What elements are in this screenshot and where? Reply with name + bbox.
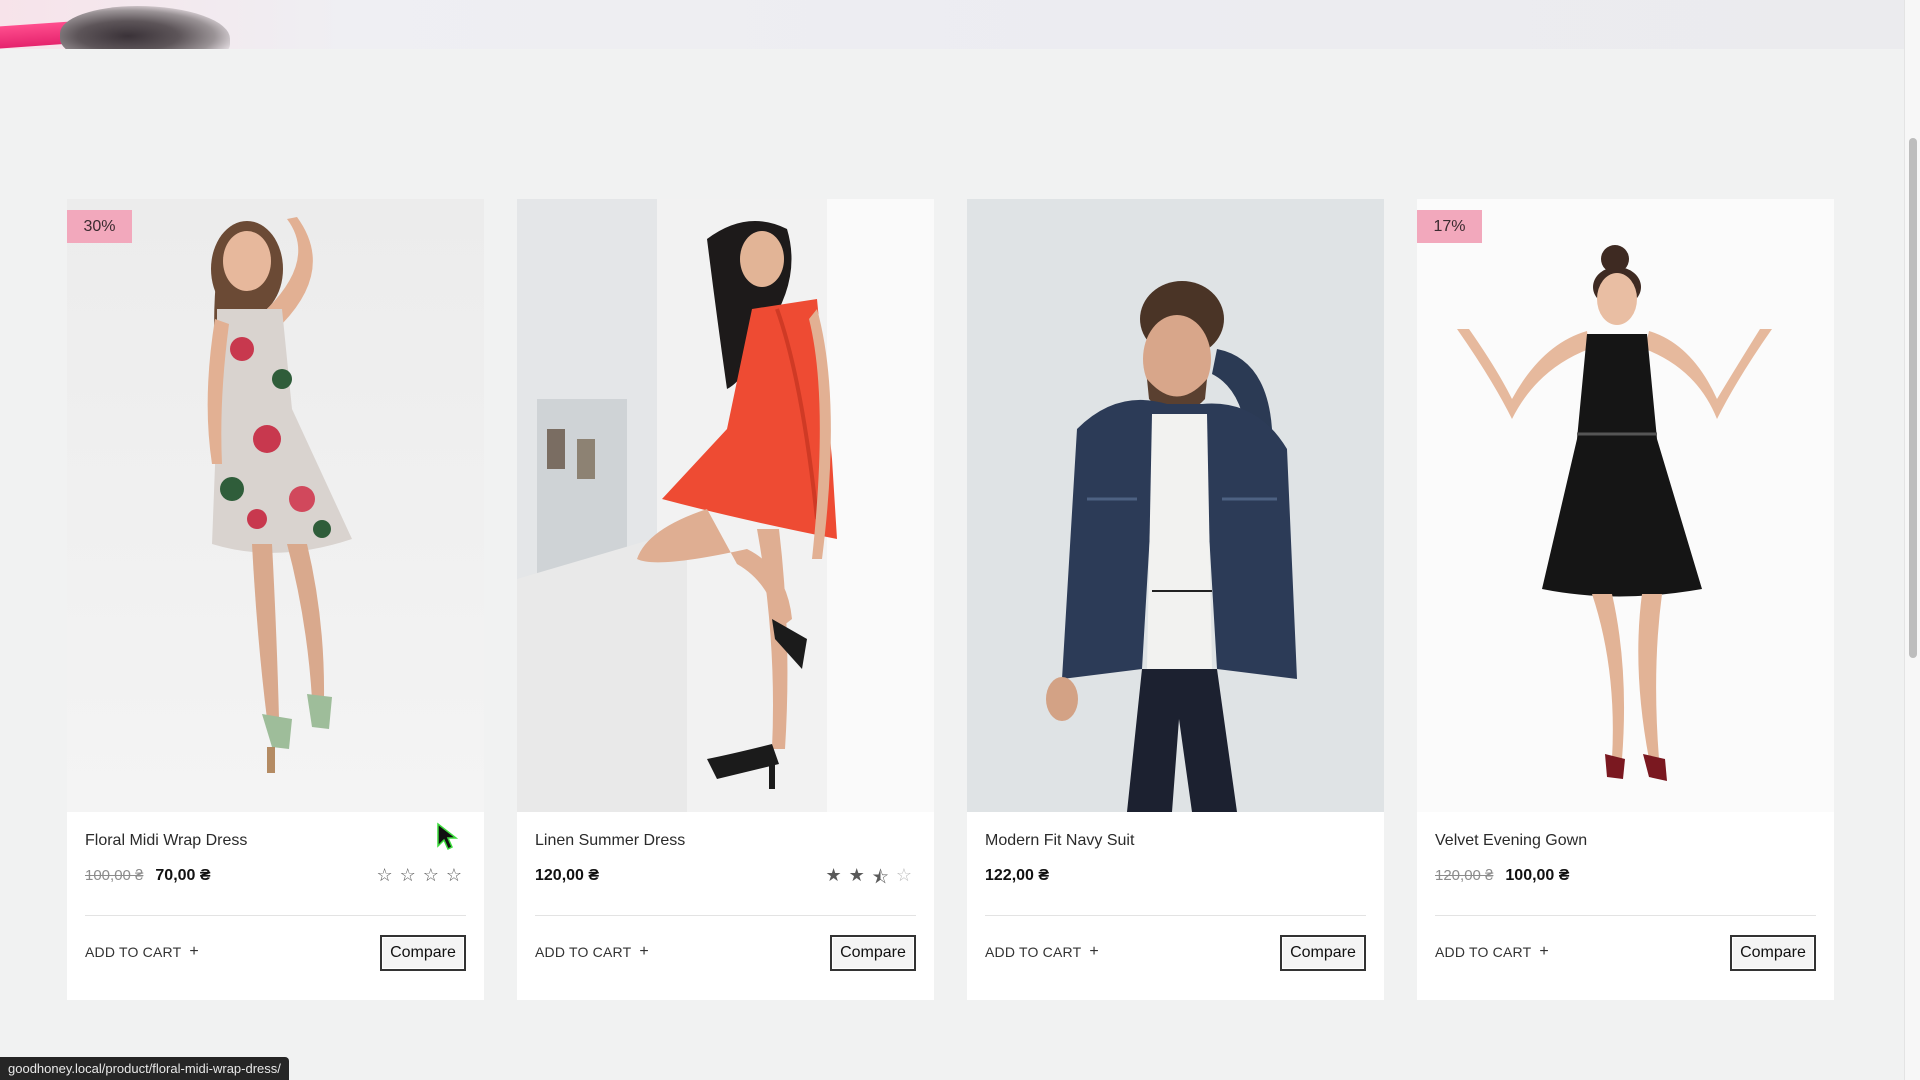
product-title[interactable]: Modern Fit Navy Suit [985,832,1134,850]
product-card[interactable]: Modern Fit Navy Suit 122,00 ₴ ADD TO CAR… [967,199,1384,1000]
product-image[interactable]: 30% [67,199,484,812]
discount-badge: 17% [1417,210,1482,243]
star-icon: ☆ [376,865,393,885]
star-icon: ☆ [445,865,462,885]
page-scrollbar[interactable] [1904,0,1920,1080]
discount-badge: 30% [67,210,132,243]
plus-icon: + [189,943,199,960]
mouse-pointer-icon [437,822,458,851]
add-to-cart-label: ADD TO CART [85,944,182,960]
add-to-cart-link[interactable]: ADD TO CART + [85,943,199,961]
product-image[interactable] [967,199,1384,812]
add-to-cart-link[interactable]: ADD TO CART + [985,943,1099,961]
old-price: 120,00 ₴ [1435,867,1494,884]
makeup-brush-bristles [60,6,230,49]
old-price: 100,00 ₴ [85,867,144,884]
product-card[interactable]: 30% Floral Midi Wrap Dress 100,00 ₴ 70,0… [67,199,484,1000]
star-icon: ☆ [399,865,416,885]
add-to-cart-link[interactable]: ADD TO CART + [1435,943,1549,961]
compare-button[interactable]: Compare [1730,935,1816,971]
current-price: 70,00 ₴ [155,867,211,884]
compare-button[interactable]: Compare [380,935,466,971]
star-icon: ★ [825,865,842,885]
add-to-cart-label: ADD TO CART [1435,944,1532,960]
price-row: 100,00 ₴ 70,00 ₴ [85,867,211,885]
current-price: 120,00 ₴ [535,867,600,884]
add-to-cart-label: ADD TO CART [535,944,632,960]
product-card[interactable]: 17% Velvet Evening Gown 120,00 ₴ 100,00 … [1417,199,1834,1000]
product-title[interactable]: Floral Midi Wrap Dress [85,832,247,850]
price-row: 120,00 ₴ 100,00 ₴ [1435,867,1569,885]
plus-icon: + [639,943,649,960]
product-grid: 30% Floral Midi Wrap Dress 100,00 ₴ 70,0… [67,199,1834,1000]
current-price: 122,00 ₴ [985,867,1050,884]
star-empty-icon: ☆ [895,865,912,885]
product-title[interactable]: Linen Summer Dress [535,832,685,850]
divider [535,915,916,916]
product-image[interactable]: 17% [1417,199,1834,812]
price-row: 120,00 ₴ [535,867,599,885]
divider [85,915,466,916]
current-price: 100,00 ₴ [1505,867,1570,884]
star-icon: ☆ [422,865,439,885]
divider [985,915,1366,916]
add-to-cart-link[interactable]: ADD TO CART + [535,943,649,961]
price-row: 122,00 ₴ [985,867,1049,885]
star-rating: ★ ★ ⯪ ☆ [826,865,912,895]
product-image[interactable] [517,199,934,812]
compare-button[interactable]: Compare [1280,935,1366,971]
link-status-bar: goodhoney.local/product/floral-midi-wrap… [0,1057,289,1080]
compare-button[interactable]: Compare [830,935,916,971]
plus-icon: + [1089,943,1099,960]
scrollbar-thumb[interactable] [1909,138,1917,658]
add-to-cart-label: ADD TO CART [985,944,1082,960]
hero-banner-strip [0,0,1904,49]
star-half-icon: ⯪ [871,867,889,887]
star-rating: ☆ ☆ ☆ ☆ [376,865,462,886]
divider [1435,915,1816,916]
product-card[interactable]: Linen Summer Dress 120,00 ₴ ★ ★ ⯪ ☆ ADD … [517,199,934,1000]
star-icon: ★ [848,865,865,885]
plus-icon: + [1539,943,1549,960]
product-title[interactable]: Velvet Evening Gown [1435,832,1587,850]
